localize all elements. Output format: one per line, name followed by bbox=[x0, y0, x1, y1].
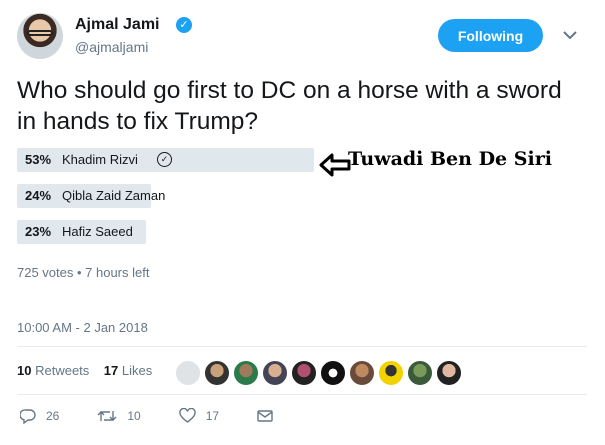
user-handle[interactable]: @ajmaljami bbox=[75, 39, 148, 55]
poll-annotation: Tuwadi Ben De Siri bbox=[348, 148, 552, 170]
poll-label: Qibla Zaid Zaman bbox=[62, 188, 166, 203]
poll-percent: 24% bbox=[25, 188, 52, 203]
liker-avatar[interactable] bbox=[349, 360, 375, 386]
retweets-count: 10 bbox=[17, 363, 32, 378]
check-circle-icon: ✓ bbox=[157, 152, 172, 167]
verified-icon: ✓ bbox=[176, 17, 192, 33]
liker-avatar[interactable] bbox=[378, 360, 404, 386]
avatar-glasses bbox=[27, 30, 53, 36]
liker-avatar[interactable] bbox=[291, 360, 317, 386]
liker-avatar[interactable] bbox=[233, 360, 259, 386]
likes-count: 17 bbox=[103, 363, 119, 378]
liker-avatar[interactable] bbox=[407, 360, 433, 386]
tweet-text: Who should go first to DC on a horse wit… bbox=[17, 77, 562, 135]
tweet-timestamp[interactable]: 10:00 AM - 2 Jan 2018 bbox=[17, 320, 148, 335]
retweets-stat[interactable]: 10 Retweets bbox=[17, 363, 89, 378]
avatar[interactable] bbox=[17, 13, 63, 59]
reply-icon bbox=[20, 409, 36, 424]
likes-label: Likes bbox=[121, 363, 153, 378]
like-button[interactable]: 17 bbox=[179, 408, 219, 424]
poll-label: Hafiz Saeed bbox=[62, 224, 133, 239]
like-count: 17 bbox=[205, 409, 220, 423]
poll-meta: 725 votes • 7 hours left bbox=[17, 265, 150, 280]
poll-option-3: 23% Hafiz Saeed bbox=[17, 220, 314, 244]
liker-avatar[interactable] bbox=[204, 360, 230, 386]
envelope-icon bbox=[257, 410, 273, 422]
liker-avatars bbox=[175, 360, 465, 386]
liker-avatar[interactable] bbox=[175, 360, 201, 386]
retweet-button[interactable]: 10 bbox=[97, 408, 141, 424]
following-button[interactable]: Following bbox=[438, 19, 543, 52]
retweets-label: Retweets bbox=[35, 363, 90, 378]
retweet-count: 10 bbox=[127, 409, 141, 423]
chevron-down-icon[interactable] bbox=[560, 25, 580, 45]
arrow-left-icon bbox=[319, 153, 351, 177]
reply-count: 26 bbox=[46, 409, 60, 423]
direct-message-button[interactable] bbox=[257, 409, 283, 423]
reply-button[interactable]: 26 bbox=[20, 408, 59, 424]
liker-avatar[interactable] bbox=[436, 360, 462, 386]
tweet-stats: 10 Retweets 17 Likes bbox=[17, 363, 152, 378]
liker-avatar[interactable] bbox=[262, 360, 288, 386]
divider bbox=[17, 346, 587, 347]
liker-avatar[interactable] bbox=[320, 360, 346, 386]
heart-icon bbox=[179, 408, 196, 423]
poll-option-2: 24% Qibla Zaid Zaman bbox=[17, 184, 314, 208]
display-name[interactable]: Ajmal Jami bbox=[75, 16, 159, 34]
retweet-icon bbox=[97, 411, 117, 421]
poll-label: Khadim Rizvi bbox=[62, 152, 138, 167]
divider bbox=[17, 394, 587, 395]
poll-percent: 23% bbox=[25, 224, 52, 239]
poll-percent: 53% bbox=[25, 152, 52, 167]
likes-stat[interactable]: 17 Likes bbox=[104, 363, 152, 378]
poll-option-1: 53% Khadim Rizvi ✓ bbox=[17, 148, 314, 172]
tweet-actions: 26 10 17 bbox=[20, 408, 321, 424]
